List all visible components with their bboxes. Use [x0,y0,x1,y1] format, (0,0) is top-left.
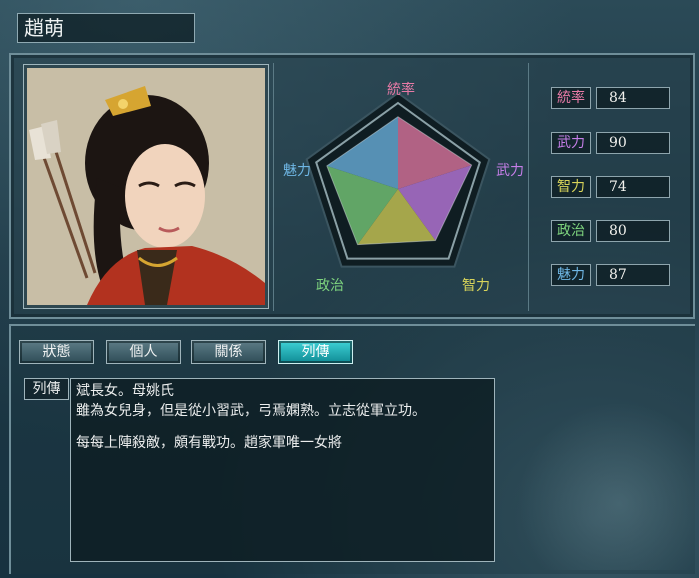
biography-line: 雖為女兒身，但是從小習武，弓焉嫻熟。立志從軍立功。 [76,403,426,419]
radar-label-智力: 智力 [462,278,490,294]
stat-value: 74 [596,176,670,198]
radar-label-政治: 政治 [316,278,344,294]
character-portrait [23,64,269,309]
stat-row-魅力: 魅力 87 [551,264,671,286]
stat-value: 84 [596,87,670,109]
radar-label-魅力: 魅力 [283,163,311,179]
stat-row-統率: 統率 84 [551,87,671,109]
tab-personal[interactable]: 個人 [106,340,181,364]
biography-line: 斌長女。母姚氏 [76,383,174,399]
biography-tag: 列傳 [24,378,69,400]
stat-row-智力: 智力 74 [551,176,671,198]
biography-line: 每每上陣殺敵，頗有戰功。趙家軍唯一女將 [76,435,342,451]
biography-line [76,421,489,433]
stat-label: 統率 [551,87,591,109]
tab-status[interactable]: 狀態 [19,340,94,364]
stat-row-武力: 武力 90 [551,132,671,154]
stat-label: 魅力 [551,264,591,286]
biography-text: 斌長女。母姚氏 雖為女兒身，但是從小習武，弓焉嫻熟。立志從軍立功。 每每上陣殺敵… [70,378,495,562]
tab-relations[interactable]: 關係 [191,340,266,364]
portrait-image [27,68,265,305]
tab-biography[interactable]: 列傳 [278,340,353,364]
stat-value: 90 [596,132,670,154]
stat-label: 武力 [551,132,591,154]
stat-label: 智力 [551,176,591,198]
stat-label: 政治 [551,220,591,242]
cloud-decoration [505,380,695,570]
stat-value: 87 [596,264,670,286]
character-name: 趙萌 [17,13,195,43]
radar-label-統率: 統率 [387,82,415,98]
radar-label-武力: 武力 [496,163,524,179]
radar-graphic [305,91,491,268]
stat-radar-chart: 統率 武力 智力 政治 魅力 [273,63,529,311]
stat-row-政治: 政治 80 [551,220,671,242]
stat-value: 80 [596,220,670,242]
